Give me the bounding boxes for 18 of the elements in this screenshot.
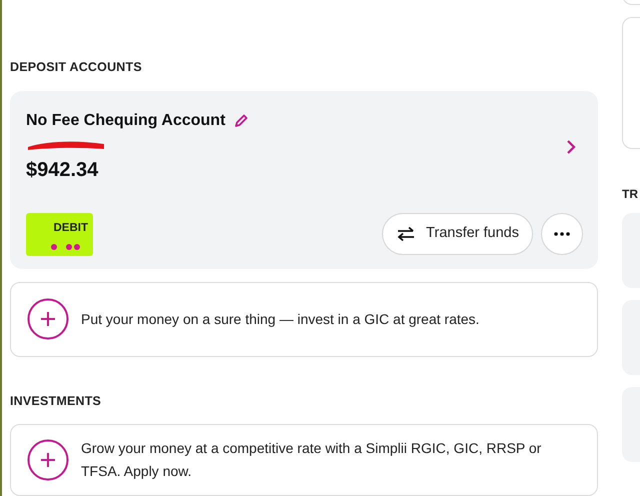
account-name: No Fee Chequing Account — [26, 110, 226, 131]
more-icon — [554, 232, 570, 236]
transfer-icon — [396, 226, 416, 242]
account-card[interactable]: No Fee Chequing Account $942.34 DEBIT Transfer funds — [10, 90, 598, 269]
promo-text: Put your money on a sure thing — invest in a GIC at great rates. — [81, 310, 480, 329]
add-icon[interactable] — [27, 438, 69, 480]
section-heading: TR — [622, 186, 639, 203]
promo-card[interactable]: Put your money on a sure thing — invest in a GIC at great rates. — [10, 282, 598, 357]
account-balance: $942.34 — [26, 158, 100, 183]
section-heading: INVESTMENTS — [10, 392, 102, 410]
pencil-icon[interactable] — [233, 112, 250, 129]
debit-card-badge: DEBIT — [26, 212, 93, 256]
section-heading: DEPOSIT ACCOUNTS — [10, 59, 143, 76]
add-icon[interactable] — [27, 298, 69, 340]
chevron-right-icon[interactable] — [566, 138, 576, 155]
promo-text: Grow your money at a competitive rate with a Simplii RGIC, GIC, RRSP or TFSA. Apply now. — [81, 438, 542, 481]
transfer-button[interactable]: Transfer funds — [382, 212, 533, 255]
promo-card[interactable]: Grow your money at a competitive rate with a Simplii RGIC, GIC, RRSP or TFSA. Apply now. — [10, 424, 598, 496]
